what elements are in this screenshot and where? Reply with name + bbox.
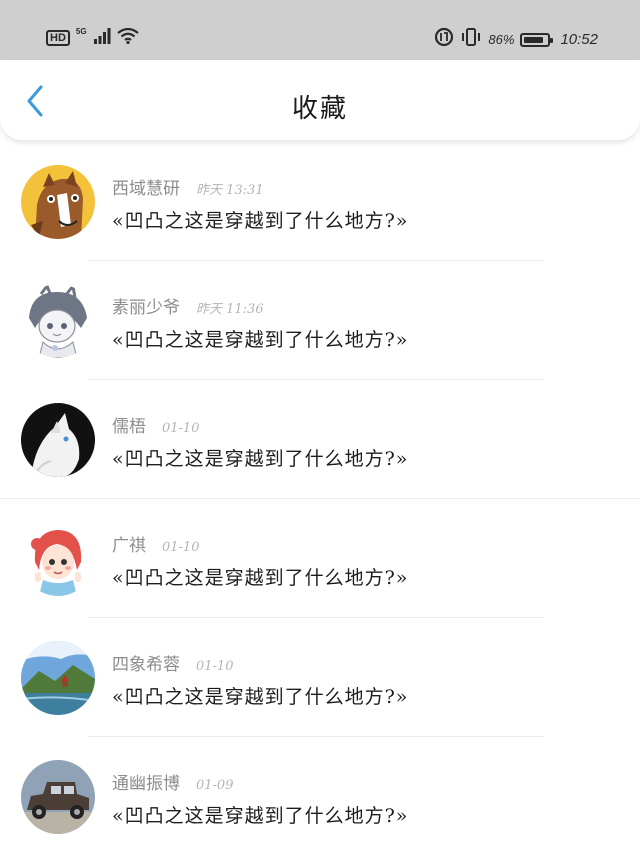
cartoon-girl-avatar-icon (21, 522, 95, 596)
landscape-avatar-icon (21, 641, 95, 715)
hd-badge: HD (46, 30, 70, 46)
timestamp: 昨天 11:36 (196, 302, 264, 317)
battery-percent: 86% (488, 32, 515, 47)
author-name: 通幽振博 (112, 774, 180, 794)
list-item[interactable]: 广祺 01-10 «凹凸之这是穿越到了什么地方?» (0, 499, 640, 618)
sketch-girl-avatar-icon (21, 284, 95, 358)
author-name: 四象希蓉 (112, 655, 180, 675)
list-item[interactable]: 素丽少爷 昨天 11:36 «凹凸之这是穿越到了什么地方?» (0, 261, 640, 380)
horse-avatar-icon (21, 165, 95, 239)
item-title[interactable]: «凹凸之这是穿越到了什么地方?» (112, 563, 408, 590)
author-name: 素丽少爷 (112, 298, 180, 318)
status-bar: HD 5G 86% 10:52 (0, 0, 640, 60)
author-name: 西域慧研 (112, 179, 180, 199)
nav-bar: 收藏 (0, 60, 640, 140)
item-title[interactable]: «凹凸之这是穿越到了什么地方?» (112, 801, 408, 828)
page-title: 收藏 (291, 94, 348, 124)
avatar[interactable] (21, 641, 95, 715)
author-name: 广祺 (112, 536, 146, 556)
item-title[interactable]: «凹凸之这是穿越到了什么地方?» (112, 682, 408, 709)
vibrate-icon (460, 28, 482, 51)
item-title[interactable]: «凹凸之这是穿越到了什么地方?» (112, 444, 408, 471)
avatar[interactable] (21, 522, 95, 596)
avatar[interactable] (21, 165, 95, 239)
author-name: 儒梧 (112, 417, 146, 437)
timestamp: 01-10 (196, 659, 234, 674)
avatar[interactable] (21, 403, 95, 477)
avatar[interactable] (21, 284, 95, 358)
timestamp: 01-10 (162, 540, 200, 555)
battery-level-fill (524, 36, 544, 43)
list-item[interactable]: 儒梧 01-10 «凹凸之这是穿越到了什么地方?» (0, 380, 640, 499)
clock: 10:52 (560, 31, 598, 48)
timestamp: 01-10 (162, 421, 200, 436)
battery-icon (520, 32, 554, 47)
item-title[interactable]: «凹凸之这是穿越到了什么地方?» (112, 325, 408, 352)
timestamp: 01-09 (196, 778, 234, 793)
vintage-car-avatar-icon (21, 760, 95, 834)
favorites-list: 西域慧研 昨天 13:31 «凹凸之这是穿越到了什么地方?» 素丽少爷 昨天 1… (0, 142, 640, 856)
white-cat-avatar-icon (21, 403, 95, 477)
list-item[interactable]: 通幽振博 01-09 «凹凸之这是穿越到了什么地方?» (0, 737, 640, 856)
status-left: HD 5G (46, 26, 139, 48)
wifi-icon (116, 27, 139, 48)
avatar[interactable] (21, 760, 95, 834)
timestamp: 昨天 13:31 (196, 183, 264, 198)
alarm-icon (434, 27, 454, 52)
network-type: 5G (75, 26, 87, 36)
status-right: 86% 10:52 (434, 27, 598, 52)
signal-icon (93, 28, 111, 48)
list-item[interactable]: 四象希蓉 01-10 «凹凸之这是穿越到了什么地方?» (0, 618, 640, 737)
list-item[interactable]: 西域慧研 昨天 13:31 «凹凸之这是穿越到了什么地方?» (0, 142, 640, 261)
item-title[interactable]: «凹凸之这是穿越到了什么地方?» (112, 206, 408, 233)
